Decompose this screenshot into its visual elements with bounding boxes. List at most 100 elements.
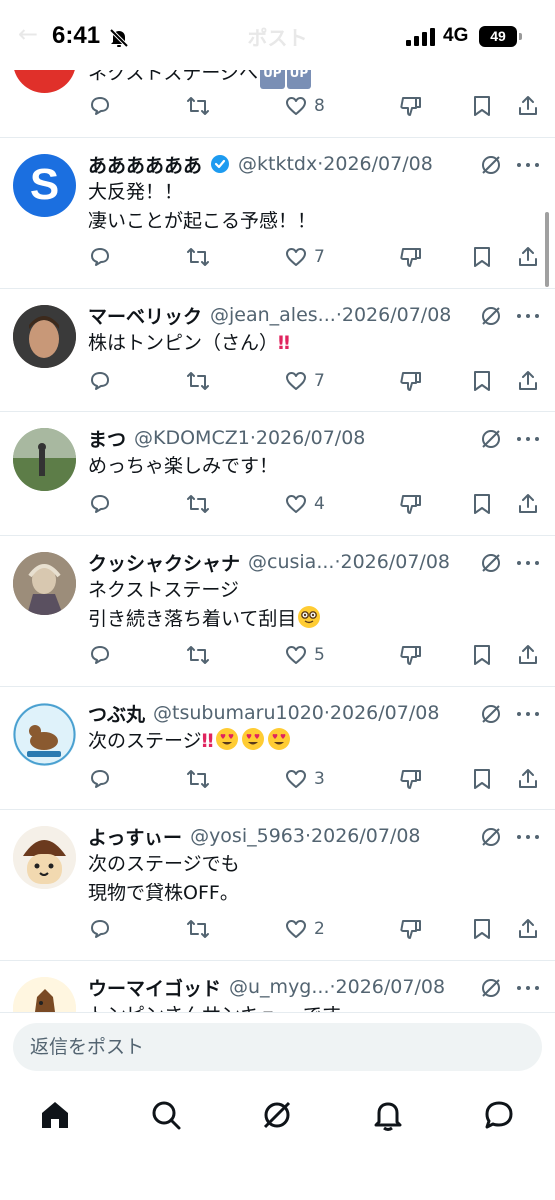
messages-icon[interactable] [482, 1098, 516, 1132]
share-button[interactable] [516, 764, 540, 794]
grok-icon[interactable] [479, 304, 503, 328]
reply-button[interactable] [88, 91, 112, 121]
repost-button[interactable] [185, 366, 211, 396]
grok-icon[interactable] [260, 1098, 294, 1132]
user-handle[interactable]: @u_myg... [229, 976, 329, 998]
user-handle[interactable]: @yosi_5963 [190, 825, 305, 847]
post-date[interactable]: 2026/07/08 [342, 304, 452, 326]
dislike-button[interactable] [399, 914, 423, 944]
post-date[interactable]: 2026/07/08 [256, 427, 366, 449]
scrollbar-thumb[interactable] [545, 212, 549, 287]
grok-icon[interactable] [479, 976, 503, 1000]
post-date[interactable]: 2026/07/08 [341, 551, 451, 573]
display-name[interactable]: ウーマイゴッド [88, 974, 221, 1001]
like-button[interactable]: 4 [284, 489, 325, 519]
grok-icon[interactable] [479, 825, 503, 849]
share-button[interactable] [516, 489, 540, 519]
post-item[interactable]: S ああああああ @ktktdx · 2026/07/08 大反発！！ 凄いことが… [0, 138, 555, 289]
post-item[interactable]: クッシャクシャナ @cusia... · 2026/07/08 ネクストステージ… [0, 536, 555, 687]
user-handle[interactable]: @ktktdx [238, 153, 317, 175]
post-date[interactable]: 2026/07/08 [330, 702, 440, 724]
avatar[interactable] [13, 703, 76, 766]
share-button[interactable] [516, 640, 540, 670]
display-name[interactable]: よっすぃー [88, 823, 182, 850]
search-icon[interactable] [149, 1098, 183, 1132]
grok-icon[interactable] [479, 702, 503, 726]
repost-button[interactable] [185, 242, 211, 272]
user-handle[interactable]: @KDOMCZ1 [134, 427, 250, 449]
user-handle[interactable]: @tsubumaru1020 [153, 702, 324, 724]
user-handle[interactable]: @jean_ales... [210, 304, 336, 326]
post-date[interactable]: 2026/07/08 [323, 153, 433, 175]
avatar[interactable] [13, 305, 76, 368]
home-icon[interactable] [38, 1098, 72, 1132]
display-name[interactable]: クッシャクシャナ [88, 549, 240, 576]
dislike-button[interactable] [399, 489, 423, 519]
reply-button[interactable] [88, 764, 112, 794]
bookmark-button[interactable] [471, 366, 493, 396]
bookmark-button[interactable] [471, 914, 493, 944]
bookmark-button[interactable] [471, 91, 493, 121]
more-options-icon[interactable] [515, 551, 541, 575]
bookmark-button[interactable] [471, 489, 493, 519]
share-button[interactable] [516, 366, 540, 396]
dislike-button[interactable] [399, 640, 423, 670]
reply-button[interactable] [88, 366, 112, 396]
reply-button[interactable] [88, 640, 112, 670]
repost-button[interactable] [185, 91, 211, 121]
bookmark-button[interactable] [471, 242, 493, 272]
display-name[interactable]: まつ [88, 425, 126, 452]
repost-button[interactable] [185, 764, 211, 794]
post-item[interactable]: よっすぃー @yosi_5963 · 2026/07/08 次のステージでも 現物… [0, 810, 555, 961]
repost-button[interactable] [185, 489, 211, 519]
avatar[interactable]: S [13, 154, 76, 217]
like-button[interactable]: 7 [284, 366, 325, 396]
display-name[interactable]: ああああああ [88, 151, 202, 178]
avatar[interactable] [13, 552, 76, 615]
display-name[interactable]: マーベリック [88, 302, 202, 329]
heart-icon [286, 97, 306, 115]
display-name[interactable]: つぶ丸 [88, 700, 145, 727]
like-button[interactable]: 7 [284, 242, 325, 272]
post-item[interactable]: マーベリック @jean_ales... · 2026/07/08 株はトンピン… [0, 289, 555, 412]
reply-button[interactable] [88, 242, 112, 272]
more-options-icon[interactable] [515, 976, 541, 1000]
share-button[interactable] [516, 91, 540, 121]
more-options-icon[interactable] [515, 427, 541, 451]
share-button[interactable] [516, 914, 540, 944]
avatar[interactable] [13, 977, 76, 1012]
reply-button[interactable] [88, 914, 112, 944]
repost-button[interactable] [185, 640, 211, 670]
bookmark-button[interactable] [471, 640, 493, 670]
share-button[interactable] [516, 242, 540, 272]
post-date[interactable]: 2026/07/08 [311, 825, 421, 847]
post-item[interactable]: まつ @KDOMCZ1 · 2026/07/08 めっちゃ楽しみです！ 4 [0, 412, 555, 536]
repost-button[interactable] [185, 914, 211, 944]
user-handle[interactable]: @cusia... [248, 551, 334, 573]
bookmark-button[interactable] [471, 764, 493, 794]
dislike-button[interactable] [399, 242, 423, 272]
reply-button[interactable] [88, 489, 112, 519]
dislike-button[interactable] [399, 366, 423, 396]
more-options-icon[interactable] [515, 153, 541, 177]
avatar[interactable] [13, 428, 76, 491]
like-button[interactable]: 8 [284, 91, 325, 121]
dislike-button[interactable] [399, 91, 423, 121]
notifications-icon[interactable] [371, 1098, 405, 1132]
post-date[interactable]: 2026/07/08 [336, 976, 446, 998]
more-options-icon[interactable] [515, 825, 541, 849]
reply-box[interactable] [13, 1023, 542, 1071]
grok-icon[interactable] [479, 153, 503, 177]
grok-icon[interactable] [479, 427, 503, 451]
avatar[interactable] [13, 826, 76, 889]
grok-icon[interactable] [479, 551, 503, 575]
more-options-icon[interactable] [515, 702, 541, 726]
reply-input[interactable] [13, 1023, 542, 1071]
post-item[interactable]: つぶ丸 @tsubumaru1020 · 2026/07/08 次のステージ‼ … [0, 687, 555, 810]
like-button[interactable]: 3 [284, 764, 325, 794]
like-button[interactable]: 2 [284, 914, 325, 944]
post-item[interactable]: ウーマイゴッド @u_myg... · 2026/07/08 トンピンさんサンキ… [0, 961, 555, 1012]
like-button[interactable]: 5 [284, 640, 325, 670]
more-options-icon[interactable] [515, 304, 541, 328]
dislike-button[interactable] [399, 764, 423, 794]
